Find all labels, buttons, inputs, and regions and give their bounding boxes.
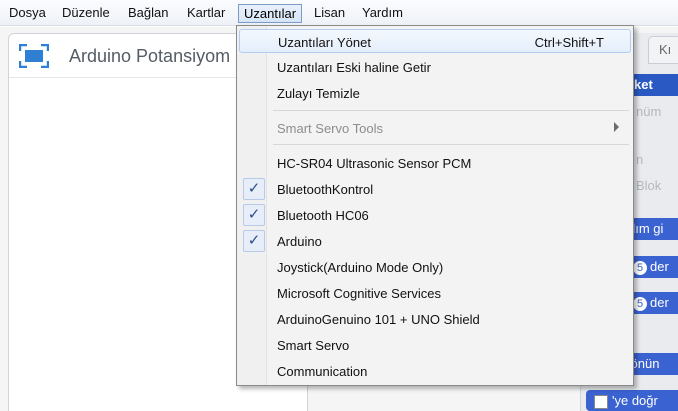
menu-item-extension[interactable]: Smart Servo	[239, 333, 631, 357]
menu-item-label: BluetoothKontrol	[277, 182, 374, 197]
menu-duzenle[interactable]: Düzenle	[57, 4, 115, 23]
shortcut-text: Ctrl+Shift+T	[534, 35, 604, 50]
menu-bar: Dosya Düzenle Bağlan Kartlar Uzantılar L…	[0, 0, 678, 26]
block-dropdown[interactable]	[594, 394, 608, 409]
code-block[interactable]: 'ye doğr	[586, 390, 678, 411]
checkmark-icon: ✓	[243, 230, 265, 252]
menu-item-label: HC-SR04 Ultrasonic Sensor PCM	[277, 156, 472, 171]
menu-item-label: Smart Servo	[277, 338, 350, 353]
menu-dosya[interactable]: Dosya	[4, 4, 51, 23]
menu-item-label: Microsoft Cognitive Services	[277, 286, 441, 301]
menu-item-extension[interactable]: Joystick(Arduino Mode Only)	[239, 255, 631, 279]
menu-item-extension[interactable]: ✓ BluetoothKontrol	[239, 177, 631, 201]
checkmark-icon: ✓	[243, 204, 265, 226]
block-text: der	[650, 295, 669, 310]
submenu-arrow-icon	[614, 122, 619, 132]
menu-item-label: Zulayı Temizle	[277, 86, 360, 101]
menu-separator	[273, 144, 629, 145]
block-text: der	[650, 259, 669, 274]
category-item[interactable]: nüm	[636, 104, 661, 119]
project-title: Arduino Potansiyom	[69, 46, 231, 66]
menu-item-label: Smart Servo Tools	[277, 121, 383, 136]
category-item[interactable]: n	[636, 152, 643, 167]
fullscreen-icon[interactable]	[19, 44, 49, 68]
menu-item-extension[interactable]: ArduinoGenuino 101 + UNO Shield	[239, 307, 631, 331]
menu-item-manage-extensions[interactable]: Uzantıları Yönet Ctrl+Shift+T	[239, 29, 631, 53]
menu-item-label: Joystick(Arduino Mode Only)	[277, 260, 444, 275]
category-selected[interactable]: ket	[632, 74, 678, 96]
menu-item-label: Uzantıları Yönet	[278, 35, 371, 50]
number-input[interactable]: 5	[633, 261, 647, 275]
menu-item-label: Uzantıları Eski haline Getir	[277, 60, 431, 75]
menu-item-extension[interactable]: HC-SR04 Ultrasonic Sensor PCM	[239, 151, 631, 175]
category-item[interactable]: Blok	[636, 178, 661, 193]
tab-partial[interactable]: Kı	[648, 36, 678, 64]
menu-item-extension[interactable]: ✓ Bluetooth HC06	[239, 203, 631, 227]
block-text: 'ye doğr	[612, 393, 658, 408]
menu-item-extension[interactable]: Microsoft Cognitive Services	[239, 281, 631, 305]
menu-item-smart-servo-tools[interactable]: Smart Servo Tools	[239, 116, 631, 140]
menu-item-restore-extensions[interactable]: Uzantıları Eski haline Getir	[239, 55, 631, 79]
menu-uzantilar[interactable]: Uzantılar	[238, 4, 303, 23]
number-input[interactable]: 5	[633, 297, 647, 311]
menu-kartlar[interactable]: Kartlar	[182, 4, 230, 23]
code-block[interactable]: 5 der	[630, 292, 678, 314]
menu-lisan[interactable]: Lisan	[309, 4, 350, 23]
menu-item-label: Bluetooth HC06	[277, 208, 369, 223]
menu-separator	[273, 110, 629, 111]
menu-yardim[interactable]: Yardım	[357, 4, 408, 23]
checkmark-icon: ✓	[243, 178, 265, 200]
menu-item-extension[interactable]: ✓ Arduino	[239, 229, 631, 253]
menu-item-label: Arduino	[277, 234, 322, 249]
extensions-dropdown: Uzantıları Yönet Ctrl+Shift+T Uzantıları…	[236, 25, 634, 386]
menu-item-clear-cache[interactable]: Zulayı Temizle	[239, 81, 631, 105]
menu-item-extension[interactable]: Communication	[239, 359, 631, 383]
menu-baglan[interactable]: Bağlan	[123, 4, 173, 23]
menu-item-label: ArduinoGenuino 101 + UNO Shield	[277, 312, 480, 327]
menu-item-label: Communication	[277, 364, 368, 379]
code-block[interactable]: 5 der	[630, 256, 678, 278]
